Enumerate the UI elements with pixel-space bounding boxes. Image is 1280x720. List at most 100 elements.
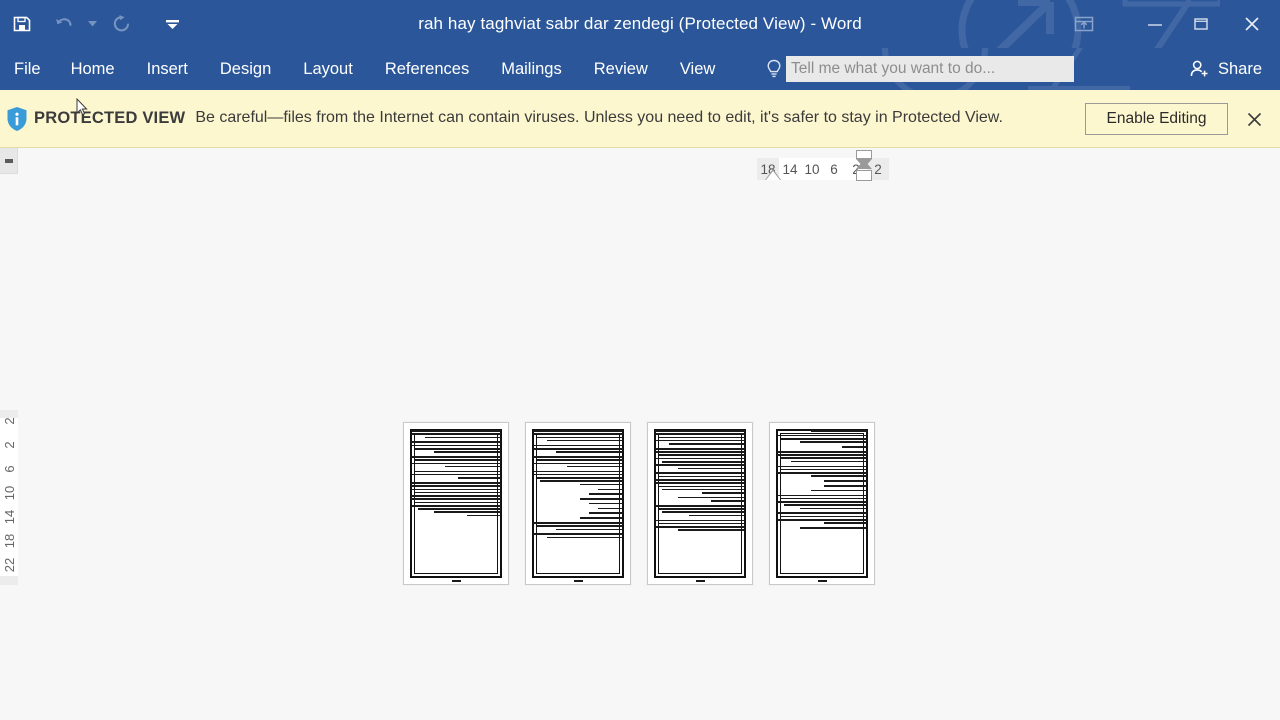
restore-button[interactable] (1178, 0, 1224, 48)
text-line (411, 444, 501, 447)
ruler-tick-6: 6 (830, 161, 838, 177)
paragraph (533, 512, 623, 514)
page-thumbnail[interactable] (647, 422, 753, 585)
text-line (411, 488, 501, 491)
share-person-icon (1190, 60, 1208, 77)
save-button[interactable] (2, 4, 42, 44)
text-line (445, 465, 501, 468)
text-line (841, 446, 867, 448)
text-line (655, 433, 745, 435)
undo-button[interactable] (44, 4, 84, 44)
text-line (780, 438, 867, 440)
minimize-button[interactable] (1132, 0, 1178, 48)
text-line (411, 433, 501, 435)
enable-editing-button[interactable]: Enable Editing (1085, 103, 1228, 135)
left-indent-marker-box[interactable] (856, 170, 872, 181)
text-line (533, 447, 623, 450)
text-line (466, 514, 501, 517)
paragraph (655, 496, 745, 502)
text-line (780, 497, 867, 500)
share-label: Share (1217, 59, 1262, 78)
paragraph (655, 430, 745, 445)
text-line (579, 517, 623, 519)
text-line (662, 488, 745, 491)
text-line (655, 472, 745, 474)
text-line (655, 447, 745, 450)
tab-layout[interactable]: Layout (287, 48, 369, 90)
text-line (533, 521, 623, 524)
text-line (411, 462, 501, 465)
text-line (533, 462, 623, 465)
text-line (533, 430, 623, 432)
text-line (710, 500, 745, 502)
right-indent-marker-arrow-up[interactable] (856, 160, 872, 169)
tab-review[interactable]: Review (578, 48, 664, 90)
close-button[interactable] (1224, 0, 1280, 48)
vertical-ruler[interactable]: 2 2 6 10 14 18 22 (0, 410, 18, 585)
text-line (414, 470, 501, 473)
tab-design[interactable]: Design (204, 48, 287, 90)
tab-home[interactable]: Home (55, 48, 131, 90)
undo-icon (56, 18, 72, 27)
chevron-down-icon (87, 21, 97, 27)
left-tab-stop-icon (4, 158, 13, 163)
text-line (588, 512, 623, 514)
ribbon-tabs: File Home Insert Design Layout Reference… (0, 48, 731, 90)
text-line (411, 441, 501, 443)
text-line (536, 525, 623, 527)
text-line (658, 475, 745, 478)
text-line (546, 439, 623, 442)
text-line (777, 454, 867, 456)
paragraph (777, 446, 867, 448)
undo-dropdown[interactable] (84, 4, 100, 44)
redo-button[interactable] (102, 4, 142, 44)
page-thumbnail[interactable] (525, 422, 631, 585)
text-line (588, 502, 623, 505)
protected-view-close-button[interactable] (1242, 107, 1266, 131)
text-line (579, 498, 623, 500)
tell-me-input[interactable] (786, 56, 1074, 82)
page-thumbnail[interactable] (769, 422, 875, 585)
paragraph (411, 455, 501, 468)
text-line (411, 473, 501, 476)
tab-stop-selector[interactable] (0, 148, 18, 174)
tab-references[interactable]: References (369, 48, 485, 90)
text-line (533, 533, 623, 535)
share-button[interactable]: Share (1189, 48, 1262, 90)
tab-view[interactable]: View (664, 48, 731, 90)
minimize-icon (1148, 24, 1162, 26)
vruler-tick-5: 18 (1, 533, 17, 549)
right-indent-marker-top[interactable] (856, 150, 872, 159)
page-thumbnail[interactable] (403, 422, 509, 585)
text-line (597, 507, 623, 510)
tab-file[interactable]: File (0, 48, 55, 90)
text-line (777, 450, 867, 453)
text-line (655, 482, 745, 484)
text-line (780, 457, 867, 460)
text-line (658, 485, 745, 488)
ribbon-display-options-button[interactable] (1058, 0, 1110, 48)
tab-mailings[interactable]: Mailings (485, 48, 578, 90)
info-shield-icon (0, 106, 34, 132)
text-line (777, 494, 867, 497)
paragraph (533, 533, 623, 539)
redo-icon (113, 15, 130, 32)
paragraph (533, 521, 623, 531)
tab-insert[interactable]: Insert (131, 48, 204, 90)
text-line (434, 511, 501, 514)
quick-access-toolbar (0, 0, 180, 48)
customize-qat-button[interactable] (164, 4, 180, 44)
window-controls (1058, 0, 1280, 48)
text-line (411, 485, 501, 487)
paragraph (777, 512, 867, 524)
text-line (411, 498, 501, 500)
paragraph (655, 447, 745, 470)
text-line (655, 526, 745, 528)
paragraph (533, 444, 623, 453)
text-line (777, 465, 867, 468)
text-line (655, 430, 745, 432)
text-line (662, 511, 745, 514)
ribbon-tab-strip: File Home Insert Design Layout Reference… (0, 48, 1280, 90)
document-work-area: 18 14 10 6 2 2 2 2 6 10 14 18 22 (0, 148, 1280, 720)
text-line (411, 430, 501, 432)
